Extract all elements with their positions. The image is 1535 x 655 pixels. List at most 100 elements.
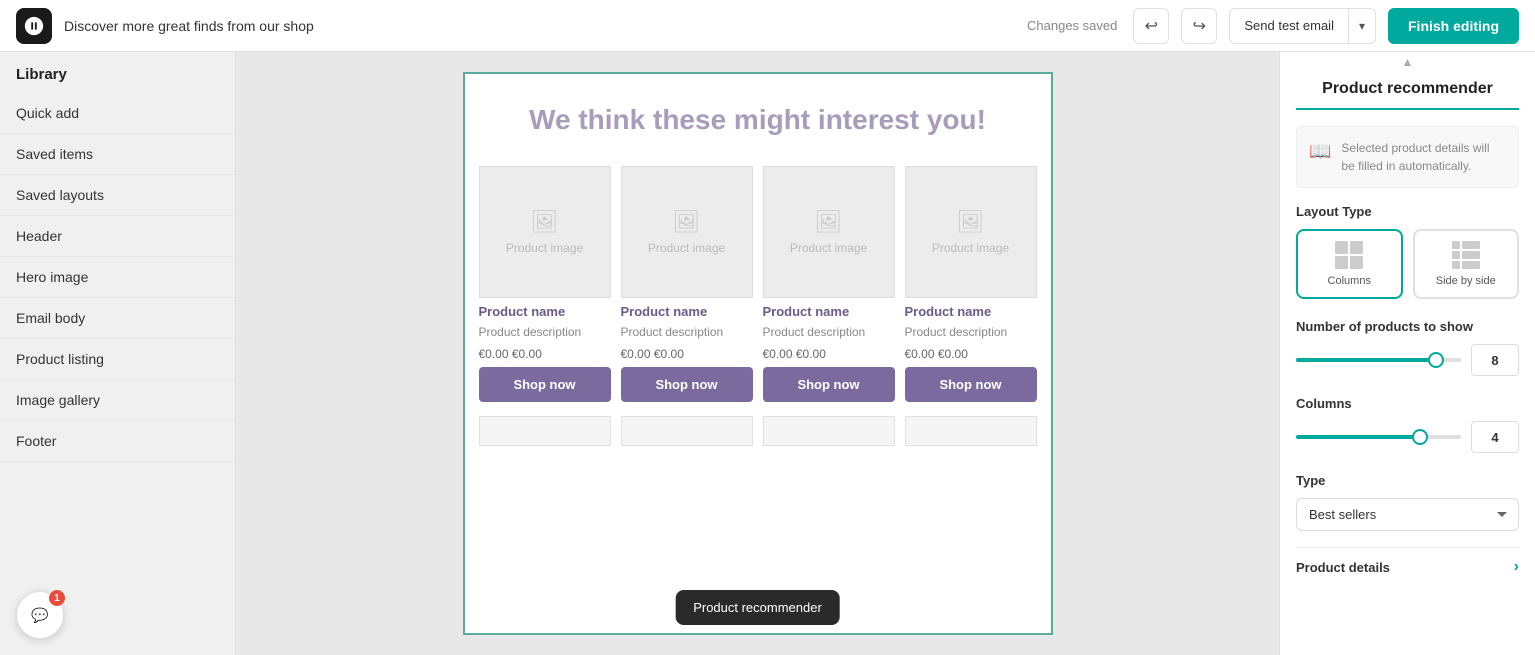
product-grid-partial — [465, 412, 1051, 456]
product-card: 🖼 Product image Product name Product des… — [763, 166, 895, 402]
layout-cell — [1452, 241, 1461, 249]
logo-icon — [23, 15, 45, 37]
sidebar-title: Library — [0, 52, 235, 93]
shop-now-button[interactable]: Shop now — [763, 367, 895, 402]
changes-saved-status: Changes saved — [1027, 18, 1117, 33]
sidebar-item-product-listing[interactable]: Product listing — [0, 339, 235, 380]
undo-button[interactable]: ↩ — [1133, 8, 1169, 44]
canvas-area: We think these might interest you! 🖼 Pro… — [236, 52, 1279, 655]
info-box: 📖 Selected product details will be fille… — [1296, 126, 1519, 188]
email-canvas: We think these might interest you! 🖼 Pro… — [463, 72, 1053, 635]
chevron-right-icon: › — [1514, 558, 1519, 576]
num-products-value[interactable]: 8 — [1471, 344, 1519, 376]
product-image-icon: 🖼 — [957, 209, 985, 235]
product-details-label: Product details — [1296, 560, 1390, 575]
sidebar-item-saved-layouts[interactable]: Saved layouts — [0, 175, 235, 216]
num-products-slider-track[interactable] — [1296, 358, 1461, 362]
columns-slider-fill — [1296, 435, 1420, 439]
send-test-dropdown-arrow[interactable]: ▾ — [1349, 9, 1375, 43]
layout-cell — [1462, 251, 1479, 259]
tooltip-bar: Product recommender — [675, 590, 840, 625]
product-image-icon: 🖼 — [531, 209, 559, 235]
product-image-label: Product image — [506, 241, 583, 255]
product-card: 🖼 Product image Product name Product des… — [479, 166, 611, 402]
sidebar-item-saved-items[interactable]: Saved items — [0, 134, 235, 175]
canvas-heading: We think these might interest you! — [465, 74, 1051, 156]
shop-now-button[interactable]: Shop now — [905, 367, 1037, 402]
columns-slider-thumb[interactable] — [1412, 429, 1428, 445]
scroll-indicator-top: ▲ — [1280, 52, 1535, 72]
layout-cell — [1335, 241, 1348, 254]
product-card-partial — [905, 416, 1037, 446]
shop-now-button[interactable]: Shop now — [621, 367, 753, 402]
sidebar-item-quick-add[interactable]: Quick add — [0, 93, 235, 134]
product-image-box: 🖼 Product image — [905, 166, 1037, 298]
layout-columns-option[interactable]: Columns — [1296, 229, 1403, 299]
right-panel-inner: Product recommender 📖 Selected product d… — [1280, 52, 1535, 602]
sidebyside-layout-icon — [1452, 241, 1480, 269]
product-description: Product description — [479, 325, 611, 341]
product-price: €0.00 €0.00 — [621, 347, 753, 361]
type-select[interactable]: Best sellers Recently viewed Related pro… — [1296, 498, 1519, 531]
sidebar-item-email-body[interactable]: Email body — [0, 298, 235, 339]
product-image-box: 🖼 Product image — [763, 166, 895, 298]
columns-layout-icon — [1335, 241, 1363, 269]
num-products-slider-row: Number of products to show 8 — [1296, 319, 1519, 376]
panel-title: Product recommender — [1296, 80, 1519, 110]
chat-button[interactable]: 💬 1 — [16, 591, 64, 639]
product-name: Product name — [621, 304, 753, 319]
topbar: Discover more great finds from our shop … — [0, 0, 1535, 52]
topbar-title: Discover more great finds from our shop — [64, 18, 1015, 34]
product-price: €0.00 €0.00 — [905, 347, 1037, 361]
redo-button[interactable]: ↪ — [1181, 8, 1217, 44]
columns-slider-container: 4 — [1296, 421, 1519, 453]
product-name: Product name — [905, 304, 1037, 319]
type-field-label: Type — [1296, 473, 1519, 488]
product-description: Product description — [621, 325, 753, 341]
sidebar-item-hero-image[interactable]: Hero image — [0, 257, 235, 298]
layout-options: Columns Side by side — [1296, 229, 1519, 299]
product-price: €0.00 €0.00 — [479, 347, 611, 361]
shop-now-button[interactable]: Shop now — [479, 367, 611, 402]
layout-cell — [1350, 241, 1363, 254]
sidebar-item-header[interactable]: Header — [0, 216, 235, 257]
product-name: Product name — [479, 304, 611, 319]
sidebar-item-footer[interactable]: Footer — [0, 421, 235, 462]
product-image-label: Product image — [790, 241, 867, 255]
product-image-label: Product image — [932, 241, 1009, 255]
send-test-button[interactable]: Send test email ▾ — [1229, 8, 1376, 44]
layout-cell — [1452, 251, 1461, 259]
product-description: Product description — [763, 325, 895, 341]
product-image-label: Product image — [648, 241, 725, 255]
product-name: Product name — [763, 304, 895, 319]
sidebyside-label: Side by side — [1436, 275, 1496, 287]
columns-value[interactable]: 4 — [1471, 421, 1519, 453]
product-image-icon: 🖼 — [815, 209, 843, 235]
sidebar-item-image-gallery[interactable]: Image gallery — [0, 380, 235, 421]
num-products-label: Number of products to show — [1296, 319, 1519, 334]
layout-cell — [1335, 256, 1348, 269]
layout-cell — [1462, 241, 1479, 249]
main-layout: Library Quick add Saved items Saved layo… — [0, 52, 1535, 655]
columns-label: Columns — [1328, 275, 1371, 287]
num-products-slider-thumb[interactable] — [1428, 352, 1444, 368]
product-description: Product description — [905, 325, 1037, 341]
product-details-row[interactable]: Product details › — [1296, 547, 1519, 586]
layout-cell — [1350, 256, 1363, 269]
num-products-slider-container: 8 — [1296, 344, 1519, 376]
layout-cell — [1462, 261, 1479, 269]
layout-sidebyside-option[interactable]: Side by side — [1413, 229, 1520, 299]
product-price: €0.00 €0.00 — [763, 347, 895, 361]
columns-slider-row: Columns 4 — [1296, 396, 1519, 453]
columns-field-label: Columns — [1296, 396, 1519, 411]
product-card: 🖼 Product image Product name Product des… — [621, 166, 753, 402]
product-card-partial — [763, 416, 895, 446]
product-grid: 🖼 Product image Product name Product des… — [465, 156, 1051, 412]
chat-icon: 💬 — [31, 607, 48, 624]
product-image-icon: 🖼 — [673, 209, 701, 235]
chat-badge: 1 — [49, 590, 65, 606]
product-card-partial — [621, 416, 753, 446]
product-image-box: 🖼 Product image — [621, 166, 753, 298]
finish-editing-button[interactable]: Finish editing — [1388, 8, 1519, 44]
columns-slider-track[interactable] — [1296, 435, 1461, 439]
